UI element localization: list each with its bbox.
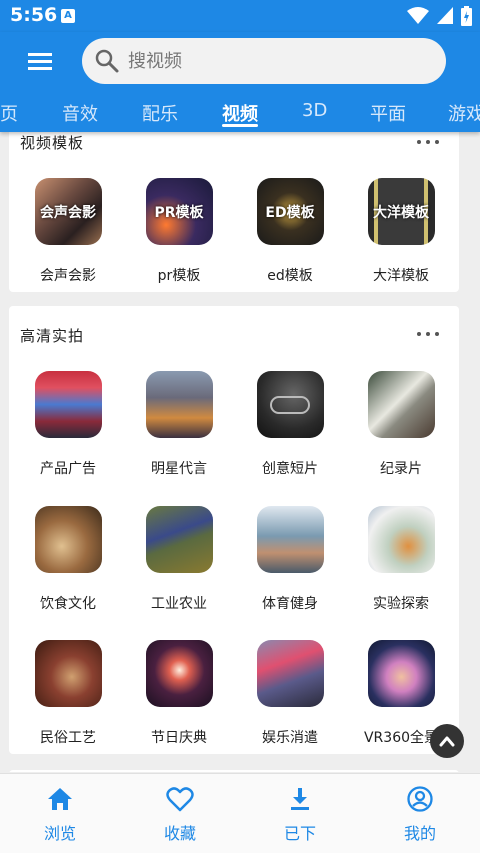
nav-label: 已下 xyxy=(283,824,316,843)
item-label: 节日庆典 xyxy=(151,730,207,746)
nav-downloads[interactable]: 已下 xyxy=(260,786,340,844)
nav-favorites[interactable]: 收藏 xyxy=(140,786,220,844)
item-label: pr模板 xyxy=(157,268,201,284)
person-icon xyxy=(407,786,433,812)
thumbnail-image: 大洋模板 xyxy=(367,178,435,245)
home-icon xyxy=(48,788,72,810)
thumbnail-image xyxy=(367,506,435,573)
system-icons xyxy=(407,6,472,26)
item-label: 实验探索 xyxy=(373,596,429,612)
more-options-button[interactable] xyxy=(417,330,439,338)
heart-icon xyxy=(166,787,194,812)
grid-item[interactable]: PR模板 pr模板 xyxy=(129,178,229,285)
item-label: 民俗工艺 xyxy=(40,730,96,746)
thumbnail-image: PR模板 xyxy=(145,178,213,245)
thumbnail-caption: PR模板 xyxy=(154,204,204,221)
status-time: 5:56 xyxy=(10,4,58,26)
section-video-templates: 视频模板 会声会影 会声会影 PR模板 pr模板 ED模板 ed模板 大洋模板 … xyxy=(9,132,459,292)
thumbnail-image xyxy=(34,506,102,573)
tab-sound-effects[interactable]: 音效 xyxy=(62,100,98,126)
grid-item[interactable]: 纪录片 xyxy=(351,371,451,478)
thumbnail-image: ED模板 xyxy=(256,178,324,245)
search-bar[interactable] xyxy=(82,38,446,84)
grid-item[interactable]: 体育健身 xyxy=(240,506,340,613)
scroll-to-top-button[interactable] xyxy=(430,724,464,758)
nav-label: 我的 xyxy=(403,824,436,843)
item-label: 明星代言 xyxy=(151,461,207,477)
grid-item[interactable]: 饮食文化 xyxy=(18,506,118,613)
thumbnail-image xyxy=(34,371,102,438)
thumbnail-image xyxy=(34,640,102,707)
wifi-icon xyxy=(407,7,429,24)
thumbnail-caption: 大洋模板 xyxy=(373,204,429,221)
thumbnail-image: 会声会影 xyxy=(34,178,102,245)
nav-browse[interactable]: 浏览 xyxy=(20,786,100,844)
menu-button[interactable] xyxy=(28,50,54,74)
grid-item[interactable]: 明星代言 xyxy=(129,371,229,478)
thumbnail-image xyxy=(145,371,213,438)
signal-icon xyxy=(437,7,453,24)
main-content[interactable]: 视频模板 会声会影 会声会影 PR模板 pr模板 ED模板 ed模板 大洋模板 … xyxy=(0,132,480,772)
app-bar: 页 音效 配乐 视频 3D 平面 游戏 xyxy=(0,32,480,132)
item-label: 大洋模板 xyxy=(373,268,429,284)
grid-item[interactable]: 实验探索 xyxy=(351,506,451,613)
item-label: 娱乐消遣 xyxy=(262,730,318,746)
download-icon xyxy=(291,788,309,810)
grid-item[interactable]: 娱乐消遣 xyxy=(240,640,340,747)
item-label: 创意短片 xyxy=(262,461,318,477)
item-label: 体育健身 xyxy=(262,596,318,612)
item-label: 工业农业 xyxy=(151,596,207,612)
grid-item[interactable]: 大洋模板 大洋模板 xyxy=(351,178,451,285)
active-tab-indicator xyxy=(222,124,258,127)
tab-3d[interactable]: 3D xyxy=(302,100,327,121)
thumbnail-caption: 会声会影 xyxy=(40,204,96,221)
thumbnail-image xyxy=(256,371,324,438)
item-label: 纪录片 xyxy=(380,461,422,477)
thumbnail-image xyxy=(256,640,324,707)
item-label: 会声会影 xyxy=(40,268,96,284)
more-options-button[interactable] xyxy=(417,138,439,146)
thumbnail-caption xyxy=(257,371,324,438)
tab-graphic[interactable]: 平面 xyxy=(370,100,406,126)
category-tabs: 页 音效 配乐 视频 3D 平面 游戏 xyxy=(0,96,480,132)
grid-item[interactable]: 创意短片 xyxy=(240,371,340,478)
nav-profile[interactable]: 我的 xyxy=(380,786,460,844)
grid-item[interactable]: ED模板 ed模板 xyxy=(240,178,340,285)
grid-item[interactable]: 产品广告 xyxy=(18,371,118,478)
tab-video[interactable]: 视频 xyxy=(222,100,258,126)
item-label: ed模板 xyxy=(267,268,313,284)
tab-games[interactable]: 游戏 xyxy=(448,100,480,126)
section-title: 视频模板 xyxy=(20,134,85,152)
item-label: 饮食文化 xyxy=(40,596,96,612)
menu-line xyxy=(28,67,52,70)
section-title: 高清实拍 xyxy=(20,327,85,345)
tab-music[interactable]: 配乐 xyxy=(142,100,178,126)
grid-item[interactable]: 民俗工艺 xyxy=(18,640,118,747)
grid-item[interactable]: 节日庆典 xyxy=(129,640,229,747)
section-hd-footage: 高清实拍 产品广告 明星代言 创意短片 纪录片 饮食文化 工业农业 体育健身 实… xyxy=(9,306,459,754)
status-bar: 5:56 A xyxy=(0,0,480,32)
nav-label: 收藏 xyxy=(163,824,196,843)
grid-item[interactable]: 会声会影 会声会影 xyxy=(18,178,118,285)
search-icon xyxy=(95,49,119,73)
nav-label: 浏览 xyxy=(43,824,76,843)
tab-home[interactable]: 页 xyxy=(0,100,18,126)
thumbnail-image xyxy=(367,640,435,707)
grid-item[interactable]: 工业农业 xyxy=(129,506,229,613)
thumbnail-image xyxy=(256,506,324,573)
menu-line xyxy=(28,60,52,63)
bottom-navigation: 浏览 收藏 已下 我的 xyxy=(0,773,480,853)
search-input[interactable] xyxy=(128,50,408,72)
thumbnail-image xyxy=(145,640,213,707)
thumbnail-caption: ED模板 xyxy=(265,204,315,221)
menu-line xyxy=(28,53,52,56)
battery-icon xyxy=(461,6,472,26)
thumbnail-image xyxy=(145,506,213,573)
notification-icon: A xyxy=(61,9,75,23)
section-next xyxy=(9,770,459,772)
thumbnail-image xyxy=(367,371,435,438)
chevron-up-icon xyxy=(439,736,455,747)
item-label: 产品广告 xyxy=(40,461,96,477)
